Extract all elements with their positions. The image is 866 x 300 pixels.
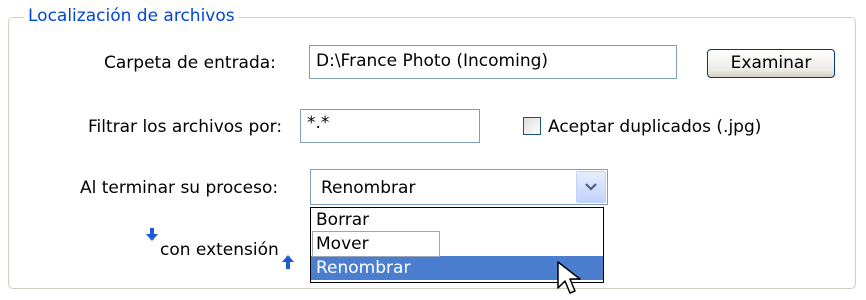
browse-button[interactable]: Examinar xyxy=(707,49,835,78)
combo-dropdown-button[interactable] xyxy=(576,171,606,203)
accept-duplicates-checkbox[interactable] xyxy=(523,117,541,135)
on-finish-label: Al terminar su proceso: xyxy=(80,178,279,198)
groupbox-title: Localización de archivos xyxy=(24,6,239,26)
input-folder-label: Carpeta de entrada: xyxy=(104,53,276,73)
arrow-down-icon xyxy=(146,228,158,241)
on-finish-selected-value: Renombrar xyxy=(321,178,416,198)
dropdown-option-borrar[interactable]: Borrar xyxy=(311,208,603,232)
input-folder-field[interactable]: D:\France Photo (Incoming) xyxy=(309,45,677,79)
on-finish-select[interactable]: Renombrar xyxy=(310,169,608,205)
accept-duplicates-label[interactable]: Aceptar duplicados (.jpg) xyxy=(548,117,761,137)
extension-label: con extensión xyxy=(160,240,279,260)
dropdown-option-mover[interactable]: Mover xyxy=(311,232,603,256)
chevron-down-icon xyxy=(585,183,597,191)
filter-field[interactable]: *.* xyxy=(300,109,480,143)
arrow-up-icon xyxy=(282,255,294,269)
filter-label: Filtrar los archivos por: xyxy=(88,117,283,137)
mouse-pointer-icon xyxy=(557,261,581,294)
